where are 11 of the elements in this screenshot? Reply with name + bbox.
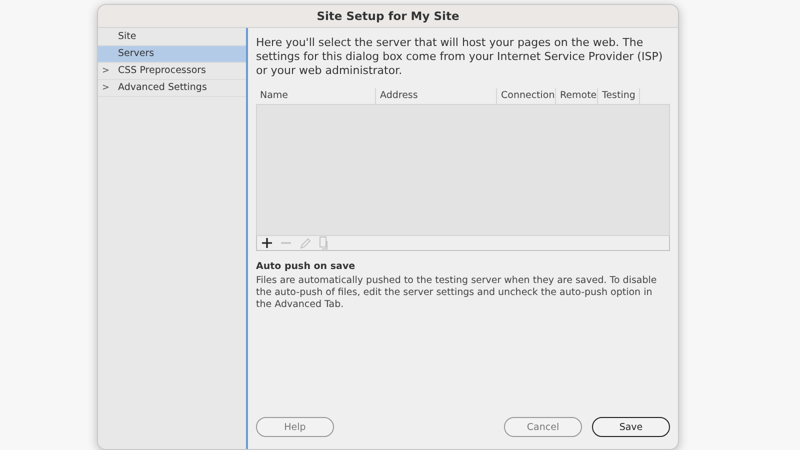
sidebar-item[interactable]: Servers [98, 46, 246, 63]
add-icon[interactable] [261, 237, 273, 249]
dialog-button[interactable]: Save [592, 417, 670, 437]
dialog-button[interactable]: Help [256, 417, 334, 437]
intro-text: Here you'll select the server that will host your pages on the web. The settings for this dialog box come from your Internet Service Provider (ISP) or your web administrator. [256, 36, 664, 78]
section-heading: Auto push on save [256, 261, 356, 272]
sidebar-item[interactable]: > Advanced Settings [98, 80, 246, 97]
sidebar-item[interactable]: > CSS Preprocessors [98, 63, 246, 80]
dialog-button[interactable]: Cancel [504, 417, 582, 437]
note-text: Files are automatically pushed to the testing server when they are saved. To disable the auto-push of files, edit the server settings and uncheck the auto-push option in the Advanced Tab. [256, 275, 658, 311]
window-title: Site Setup for My Site [316, 9, 460, 23]
